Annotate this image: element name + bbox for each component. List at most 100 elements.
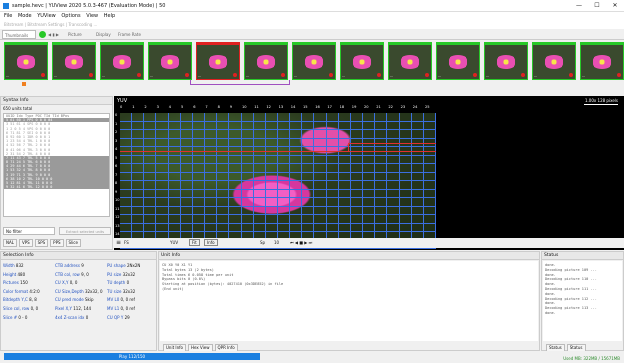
grid-cell [265, 113, 278, 122]
info-button[interactable]: Info [204, 239, 218, 246]
selection-key: CTB address [55, 263, 80, 268]
scale-bar [584, 104, 618, 105]
thumbnails-button[interactable]: Thumbnails [2, 30, 36, 39]
selection-info-row: Slice col, row 0, 0 [3, 306, 53, 311]
grid-cell [217, 113, 230, 122]
grid-cell [229, 121, 242, 130]
thumbnail-dot [137, 73, 141, 77]
thumbnail-label: ... [582, 74, 586, 78]
minimize-button[interactable]: — [570, 1, 588, 11]
frame-number[interactable]: 10 [274, 240, 279, 245]
grid-cell [278, 113, 291, 122]
display-label[interactable]: Display [96, 30, 111, 39]
menu-help[interactable]: Help [104, 12, 115, 21]
picture-label[interactable]: Picture [68, 30, 82, 39]
grid-cell [241, 130, 254, 139]
syntax-info-header: Syntax Info [1, 97, 112, 105]
column-number: 24 [412, 105, 418, 109]
selection-value: 0 [126, 280, 130, 286]
column-ruler: 0 1 2 3 4 5 6 7 8 9 10 11 12 13 14 15 16 17 18 19 20 21 22 23 24… [120, 105, 436, 111]
thumbnail[interactable]: ... [292, 42, 336, 80]
thumbnail-label: ... [438, 74, 442, 78]
selection-value: 0, 0 [30, 306, 39, 311]
thumbnail-label: ... [294, 74, 298, 78]
thumbnail-status-bar [245, 43, 287, 45]
app-icon [3, 3, 9, 9]
thumbnail-image [495, 55, 517, 69]
tab-pps[interactable]: PPS [50, 239, 64, 247]
thumbnail[interactable]: ... [580, 42, 624, 80]
selection-value: 0, 0 ref [120, 297, 135, 303]
filter-input[interactable]: No filter [3, 227, 55, 235]
fs-button[interactable]: FS [124, 240, 129, 245]
grid-cell [375, 121, 388, 130]
tab-slice[interactable]: Slice [65, 239, 81, 247]
extract-units-button[interactable]: Extract selected units [59, 227, 111, 235]
menu-yuview[interactable]: YUView [37, 12, 56, 21]
grid-cell [314, 121, 327, 130]
window-title: sample.hevc | YUView 2020 5.0.3-467 (Eva… [12, 3, 166, 9]
tab-nal[interactable]: NAL [3, 239, 17, 247]
grid-cell [144, 113, 157, 122]
syntax-list[interactable]: UUID Idx Type POC TId TId BPos 5 61 60 1… [3, 113, 110, 217]
grid-cell [423, 130, 436, 139]
grid-cell [253, 130, 266, 139]
grid-cell [120, 113, 133, 122]
playback-controls[interactable]: ⏮ ◀ ■ ▶ ⏭ [290, 240, 312, 245]
column-number: 11 [254, 105, 259, 109]
thumbnail[interactable]: ... [484, 42, 528, 80]
thumbnail[interactable]: ... [148, 42, 192, 80]
menu-mode[interactable]: Mode [18, 12, 32, 21]
thumbnail[interactable]: ... [244, 42, 288, 80]
selection-key: PU shape [107, 263, 126, 268]
unit-info-text: CU X0 Y0 X1 Y1 Total bytes 13 (2 bytes) To… [160, 261, 538, 341]
row-number: 13 [115, 223, 120, 228]
grid-cell [168, 130, 181, 139]
grid-cell [423, 113, 436, 122]
selection-info-row: PU shape 2Nx2N [107, 263, 157, 268]
thumbnail[interactable]: ... [196, 42, 240, 80]
selection-info-row: MV L1 0, 0 ref [107, 306, 157, 311]
grid-cell [375, 113, 388, 122]
fit-button[interactable]: Fit [189, 239, 200, 246]
selection-key: TU size [107, 288, 122, 294]
tool-icons[interactable]: ◀ ▮ ▶ [48, 30, 59, 39]
thumbnail[interactable]: ... [532, 42, 576, 80]
record-icon[interactable] [39, 31, 46, 38]
close-button[interactable]: ✕ [606, 1, 624, 11]
menu-options[interactable]: Options [61, 12, 80, 21]
frame-rate-label[interactable]: Frame Rate [118, 30, 141, 39]
tab-sps[interactable]: SPS [34, 239, 49, 247]
row-number: 0 [115, 113, 118, 117]
thumbnail-status-bar [53, 43, 95, 45]
menu-file[interactable]: File [4, 12, 12, 21]
maximize-button[interactable]: ☐ [588, 1, 606, 11]
yuv-selector[interactable]: YUV [170, 240, 178, 245]
thumbnail[interactable]: ... [388, 42, 432, 80]
thumbnail-dot [377, 73, 381, 77]
thumbnail[interactable]: ... [100, 42, 144, 80]
thumbnail[interactable]: ... [436, 42, 480, 80]
menu-icon[interactable]: ≡ [116, 239, 121, 246]
thumbnail-image [351, 55, 373, 69]
grid-cell [144, 121, 157, 130]
thumbnail-label: ... [246, 74, 250, 78]
grid-cell [205, 130, 218, 139]
grid-cell [192, 121, 206, 130]
selection-info-header: Selection Info [1, 252, 156, 260]
column-number: 22 [388, 105, 393, 109]
grid-cell [338, 121, 351, 130]
syntax-row[interactable]: 9 32 41 6 TRL 12 0 0 0 [4, 185, 109, 190]
thumbnail-status-bar [341, 43, 383, 45]
grid-cell [399, 121, 412, 130]
selection-info-row: Bitdepth Y,C 8, 8 [3, 297, 53, 302]
thumbnail[interactable]: ... [4, 42, 48, 80]
menu-view[interactable]: View [86, 12, 98, 21]
video-frame[interactable] [120, 113, 436, 249]
ctb-highlight [120, 151, 436, 249]
selection-key: Slice # [3, 314, 18, 320]
thumbnail[interactable]: ... [52, 42, 96, 80]
tab-vps[interactable]: VPS [18, 239, 33, 247]
scale-readout: 1.00x 128 pixels [584, 98, 618, 103]
thumbnail[interactable]: ... [340, 42, 384, 80]
